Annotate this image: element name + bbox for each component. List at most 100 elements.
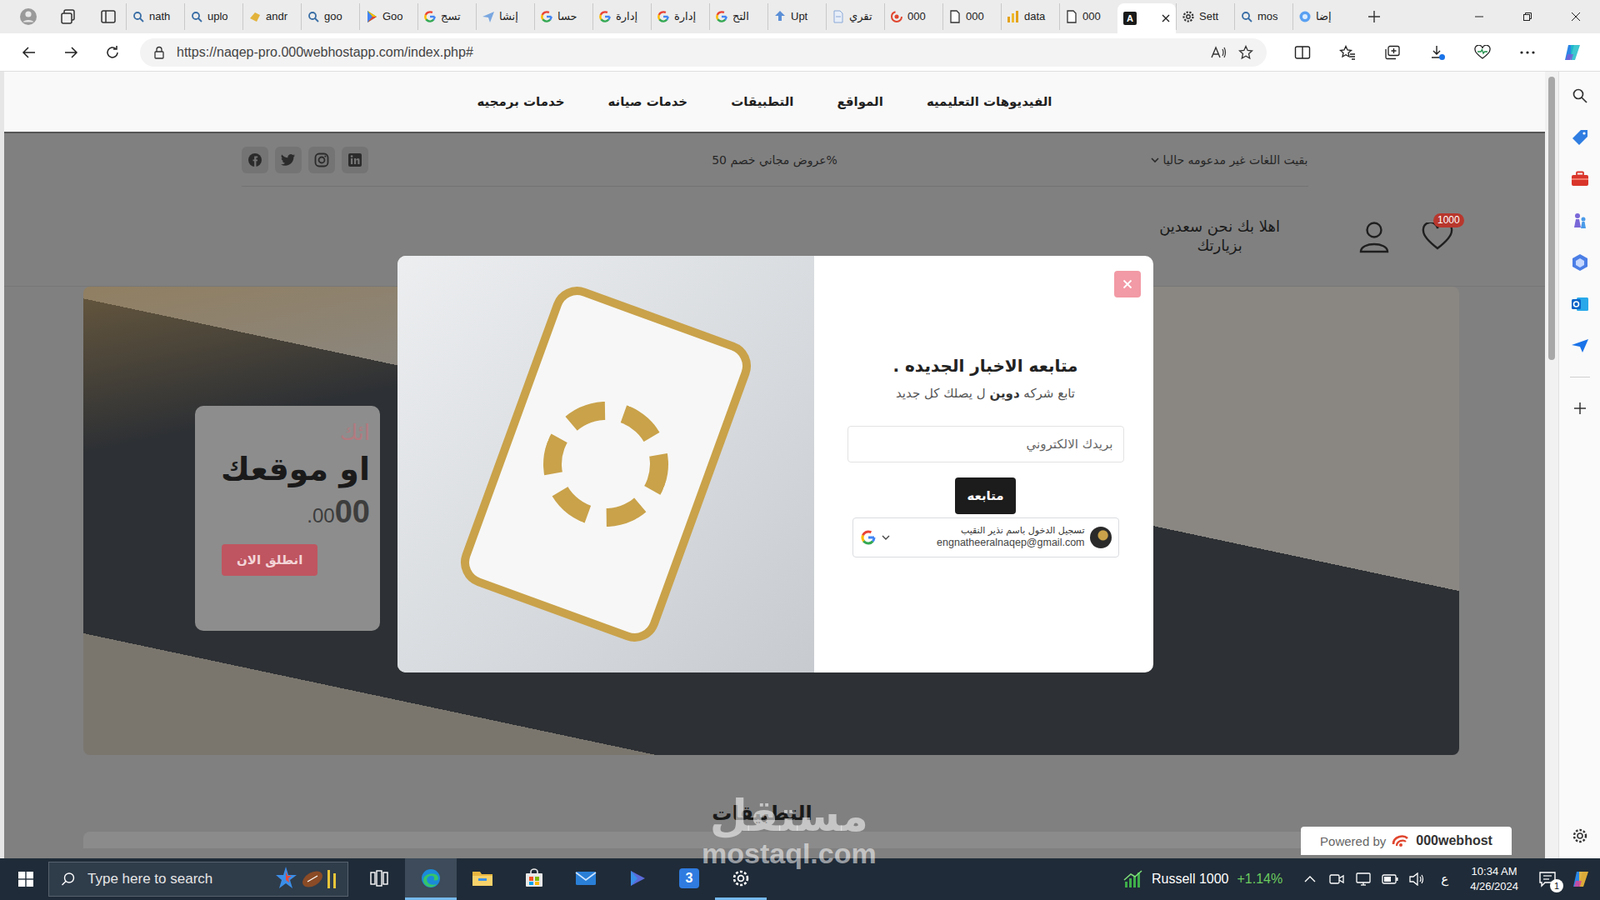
battery-tray-button[interactable]: [1379, 862, 1401, 896]
greeting-line: بزيارتك: [1196, 236, 1242, 256]
plus-icon: [1572, 400, 1588, 416]
scrollbar[interactable]: [1545, 71, 1559, 859]
language-selector[interactable]: بقيت اللغات غير مدعومه حاليا: [1150, 153, 1308, 167]
browser-tab[interactable]: A: [1117, 3, 1176, 34]
back-button[interactable]: [10, 38, 49, 67]
taskbar-app[interactable]: 3: [663, 858, 715, 900]
sidebar-button[interactable]: [1568, 168, 1592, 190]
drop-icon: [1570, 337, 1590, 355]
browser-tab[interactable]: التح: [709, 3, 768, 30]
browser-tab[interactable]: تسج: [417, 3, 476, 30]
browser-tab[interactable]: إدارة: [592, 3, 651, 30]
taskbar-search[interactable]: Type here to search: [48, 861, 349, 897]
battery-icon: [1381, 874, 1399, 885]
copilot-button[interactable]: [1553, 38, 1592, 67]
refresh-button[interactable]: [93, 38, 132, 67]
sidebar-button[interactable]: [1568, 85, 1592, 107]
browser-tab[interactable]: حسا: [534, 3, 593, 30]
tab-actions-button[interactable]: [91, 3, 125, 30]
browser-tab[interactable]: 000: [884, 3, 943, 30]
close-modal-button[interactable]: [1114, 270, 1141, 298]
taskbar-app[interactable]: [560, 858, 612, 900]
gear-icon: [1181, 10, 1195, 24]
browser-tab[interactable]: Upt: [767, 3, 826, 30]
browser-tab[interactable]: تقري: [825, 3, 885, 30]
powered-by-badge[interactable]: Powered by000webhost: [1300, 826, 1512, 855]
browser-tab[interactable]: Goo: [359, 3, 418, 30]
search-icon: [132, 10, 145, 23]
read-aloud-icon[interactable]: [1210, 45, 1227, 60]
downloads-button[interactable]: [1418, 38, 1457, 67]
profile-button[interactable]: [11, 3, 45, 30]
new-tab-button[interactable]: [1357, 3, 1391, 30]
browser-tab[interactable]: mos: [1234, 3, 1293, 30]
subscribe-button[interactable]: متابعه: [955, 477, 1015, 515]
search-icon: [60, 871, 76, 887]
url-field[interactable]: https://naqep-pro.000webhostapp.com/inde…: [140, 38, 1267, 67]
favorite-star-icon[interactable]: [1238, 45, 1254, 60]
favorites-button[interactable]: [1328, 38, 1367, 67]
nav-link[interactable]: التطبيقات: [730, 94, 794, 110]
collections-button[interactable]: [1373, 38, 1412, 67]
scrollbar-thumb[interactable]: [1548, 76, 1555, 360]
social-button[interactable]: [341, 146, 369, 174]
workspaces-button[interactable]: [51, 3, 85, 30]
tab-favicon: [131, 10, 145, 24]
taskbar-app[interactable]: [611, 858, 664, 900]
browser-tab[interactable]: Sett: [1175, 3, 1235, 30]
social-button[interactable]: [241, 146, 269, 174]
network-tray-button[interactable]: [1352, 862, 1375, 896]
browser-essentials-button[interactable]: [1463, 38, 1502, 67]
sidebar-button[interactable]: [1568, 293, 1592, 315]
browser-tab[interactable]: nath: [125, 3, 185, 30]
minimize-button[interactable]: [1455, 0, 1504, 34]
google-signin-chip[interactable]: تسجيل الدخول باسم نذير النقيبengnatheera…: [852, 517, 1120, 558]
browser-tab[interactable]: goo: [300, 3, 360, 30]
browser-tab[interactable]: إدارة: [650, 3, 710, 30]
taskbar-app[interactable]: [456, 858, 509, 900]
stocks-widget[interactable]: Russell 1000+1.14%: [1123, 870, 1283, 889]
taskbar-app[interactable]: [405, 858, 457, 900]
browser-tab[interactable]: data: [1000, 3, 1060, 30]
start-button[interactable]: [3, 858, 49, 900]
volume-tray-button[interactable]: [1405, 862, 1428, 896]
sidebar-button[interactable]: [1568, 335, 1592, 357]
camera-tray-button[interactable]: [1325, 862, 1348, 896]
taskbar-copilot-button[interactable]: [1570, 862, 1592, 896]
browser-tab[interactable]: andr: [242, 3, 301, 30]
notifications-button[interactable]: 1: [1531, 862, 1565, 896]
clock[interactable]: 10:34 AM4/26/2024: [1461, 864, 1527, 895]
taskbar-app[interactable]: [508, 858, 560, 900]
browser-tab[interactable]: uplo: [184, 3, 243, 30]
forward-button[interactable]: [51, 38, 90, 67]
social-button[interactable]: [275, 146, 302, 174]
restore-button[interactable]: [1503, 0, 1552, 34]
tab-favicon: [1181, 10, 1195, 24]
input-language[interactable]: ع: [1432, 871, 1457, 887]
account-button[interactable]: [1356, 218, 1392, 255]
browser-tab[interactable]: إضا: [1292, 3, 1351, 30]
sidebar-button[interactable]: [1568, 126, 1592, 149]
sidebar-button[interactable]: [1568, 210, 1592, 232]
more-button[interactable]: [1508, 38, 1547, 67]
close-window-button[interactable]: [1551, 0, 1600, 34]
nav-link[interactable]: خدمات صيانه: [608, 94, 689, 110]
email-input[interactable]: [847, 425, 1125, 463]
nav-link[interactable]: الفيديوهات التعليميه: [926, 94, 1053, 110]
close-tab-icon[interactable]: [1160, 13, 1171, 24]
taskbar-app[interactable]: [353, 858, 405, 900]
add-sidebar-button[interactable]: [1568, 397, 1592, 420]
wishlist-button[interactable]: 1000: [1420, 218, 1455, 255]
browser-tab[interactable]: إنشا: [475, 3, 535, 30]
nav-link[interactable]: خدمات برمجيه: [477, 94, 565, 110]
sidebar-settings-button[interactable]: [1568, 825, 1592, 847]
sidebar-button[interactable]: [1568, 251, 1592, 274]
taskbar-app[interactable]: [715, 858, 767, 900]
split-screen-button[interactable]: [1283, 38, 1322, 67]
browser-tab[interactable]: 000: [942, 3, 1001, 30]
show-hidden-icons-button[interactable]: [1299, 862, 1321, 896]
social-button[interactable]: [308, 146, 335, 174]
start-button[interactable]: انطلق الان: [221, 544, 318, 576]
nav-link[interactable]: المواقع: [836, 94, 883, 110]
browser-tab[interactable]: 000: [1059, 3, 1118, 30]
